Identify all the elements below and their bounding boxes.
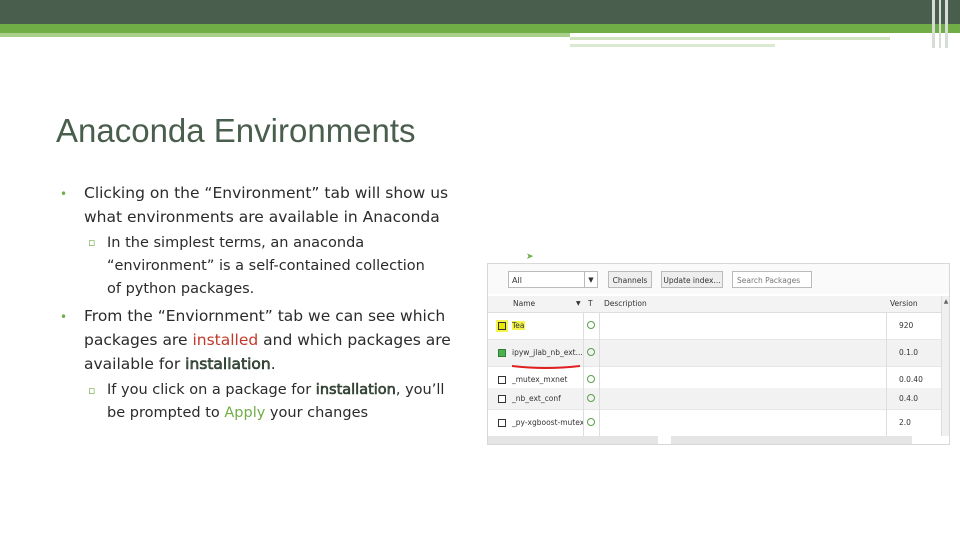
header-dark-bar: [0, 0, 960, 24]
pointer-arrow-icon: ➤: [526, 252, 534, 262]
search-packages-input[interactable]: Search Packages: [732, 271, 812, 288]
table-scrollbar[interactable]: ▲: [941, 296, 949, 444]
package-checkbox[interactable]: [498, 395, 506, 403]
installation-highlight: installation: [185, 355, 271, 374]
package-version: 0.1.0: [899, 348, 919, 357]
package-name: _mutex_mxnet: [512, 375, 568, 384]
column-divider: [886, 312, 887, 436]
package-name: _py-xgboost-mutex: [512, 418, 585, 427]
sub-bullet-marker: ▫: [88, 384, 96, 397]
bullet-2-line-1: From the “Enviornment” tab we can see wh…: [84, 307, 446, 325]
header-green-bar: [0, 24, 960, 33]
anaconda-packages-screenshot: All ▼ Channels Update index... Search Pa…: [487, 263, 950, 445]
column-header-name[interactable]: Name: [513, 296, 535, 312]
column-header-t[interactable]: T: [588, 296, 593, 312]
sub-bullet-marker: ▫: [88, 236, 96, 249]
header-stripe: [570, 37, 890, 40]
sub-bullet-1-line-1: In the simplest terms, an anaconda: [107, 235, 365, 251]
bullet-2-line-2: packages are installed and which package…: [84, 331, 451, 349]
bullet-marker: •: [60, 187, 68, 201]
package-checkbox[interactable]: [498, 322, 506, 330]
sub-bullet-2-line-1: If you click on a package for installati…: [107, 382, 445, 399]
installation-highlight: installation: [315, 382, 396, 399]
package-filter-select[interactable]: All ▼: [508, 271, 598, 288]
column-header-description[interactable]: Description: [604, 296, 647, 312]
channels-button[interactable]: Channels: [608, 271, 652, 288]
status-circle-icon: [587, 394, 595, 402]
bullet-1-line-1: Clicking on the “Environment” tab will s…: [84, 184, 449, 202]
package-table-header: Name ▼ T Description Version: [488, 296, 949, 313]
package-version: 2.0: [899, 418, 911, 427]
table-row[interactable]: _py-xgboost-mutex 2.0: [488, 410, 943, 437]
installed-highlight: installed: [192, 331, 259, 349]
column-divider: [583, 312, 584, 436]
horizontal-scrollbar[interactable]: [488, 436, 949, 444]
status-circle-icon: [587, 321, 595, 329]
sub-bullet-1-line-3: of python packages.: [107, 281, 255, 297]
scroll-up-icon[interactable]: ▲: [942, 298, 949, 305]
status-circle-icon: [587, 375, 595, 383]
chevron-down-icon: ▼: [584, 272, 597, 287]
package-version: 920: [899, 321, 914, 330]
header-stripe: [0, 33, 570, 37]
header-stripe: [570, 44, 775, 47]
table-row[interactable]: ipyw_jlab_nb_ext... 0.1.0: [488, 340, 943, 367]
table-row[interactable]: Tea 920: [488, 313, 943, 340]
update-index-button[interactable]: Update index...: [661, 271, 723, 288]
bullet-1-line-2: what environments are available in Anaco…: [84, 208, 440, 226]
bullet-marker: •: [60, 310, 68, 324]
slide-title: Anaconda Environments: [56, 112, 416, 149]
table-row[interactable]: _nb_ext_conf 0.4.0: [488, 388, 943, 410]
package-version: 0.4.0: [899, 394, 919, 403]
package-name: _nb_ext_conf: [512, 394, 561, 403]
package-checkbox-checked[interactable]: [498, 349, 506, 357]
package-toolbar: All ▼ Channels Update index... Search Pa…: [488, 264, 949, 294]
sub-bullet-2-line-2: be prompted to Apply your changes: [107, 405, 369, 421]
apply-highlight: Apply: [224, 405, 266, 421]
package-name: ipyw_jlab_nb_ext...: [512, 348, 583, 357]
column-divider: [599, 312, 600, 436]
sub-bullet-1-line-2: “environment” is a self-contained collec…: [107, 258, 425, 274]
status-circle-icon: [587, 418, 595, 426]
header-vertical-lines: [930, 0, 960, 48]
package-version: 0.0.40: [899, 375, 923, 384]
column-header-version[interactable]: Version: [890, 296, 918, 312]
package-checkbox[interactable]: [498, 419, 506, 427]
status-circle-icon: [587, 348, 595, 356]
package-checkbox[interactable]: [498, 376, 506, 384]
package-name: Tea: [512, 321, 525, 330]
sort-chevron-icon[interactable]: ▼: [576, 296, 581, 312]
bullet-2-line-3: available for installation.: [84, 355, 276, 374]
